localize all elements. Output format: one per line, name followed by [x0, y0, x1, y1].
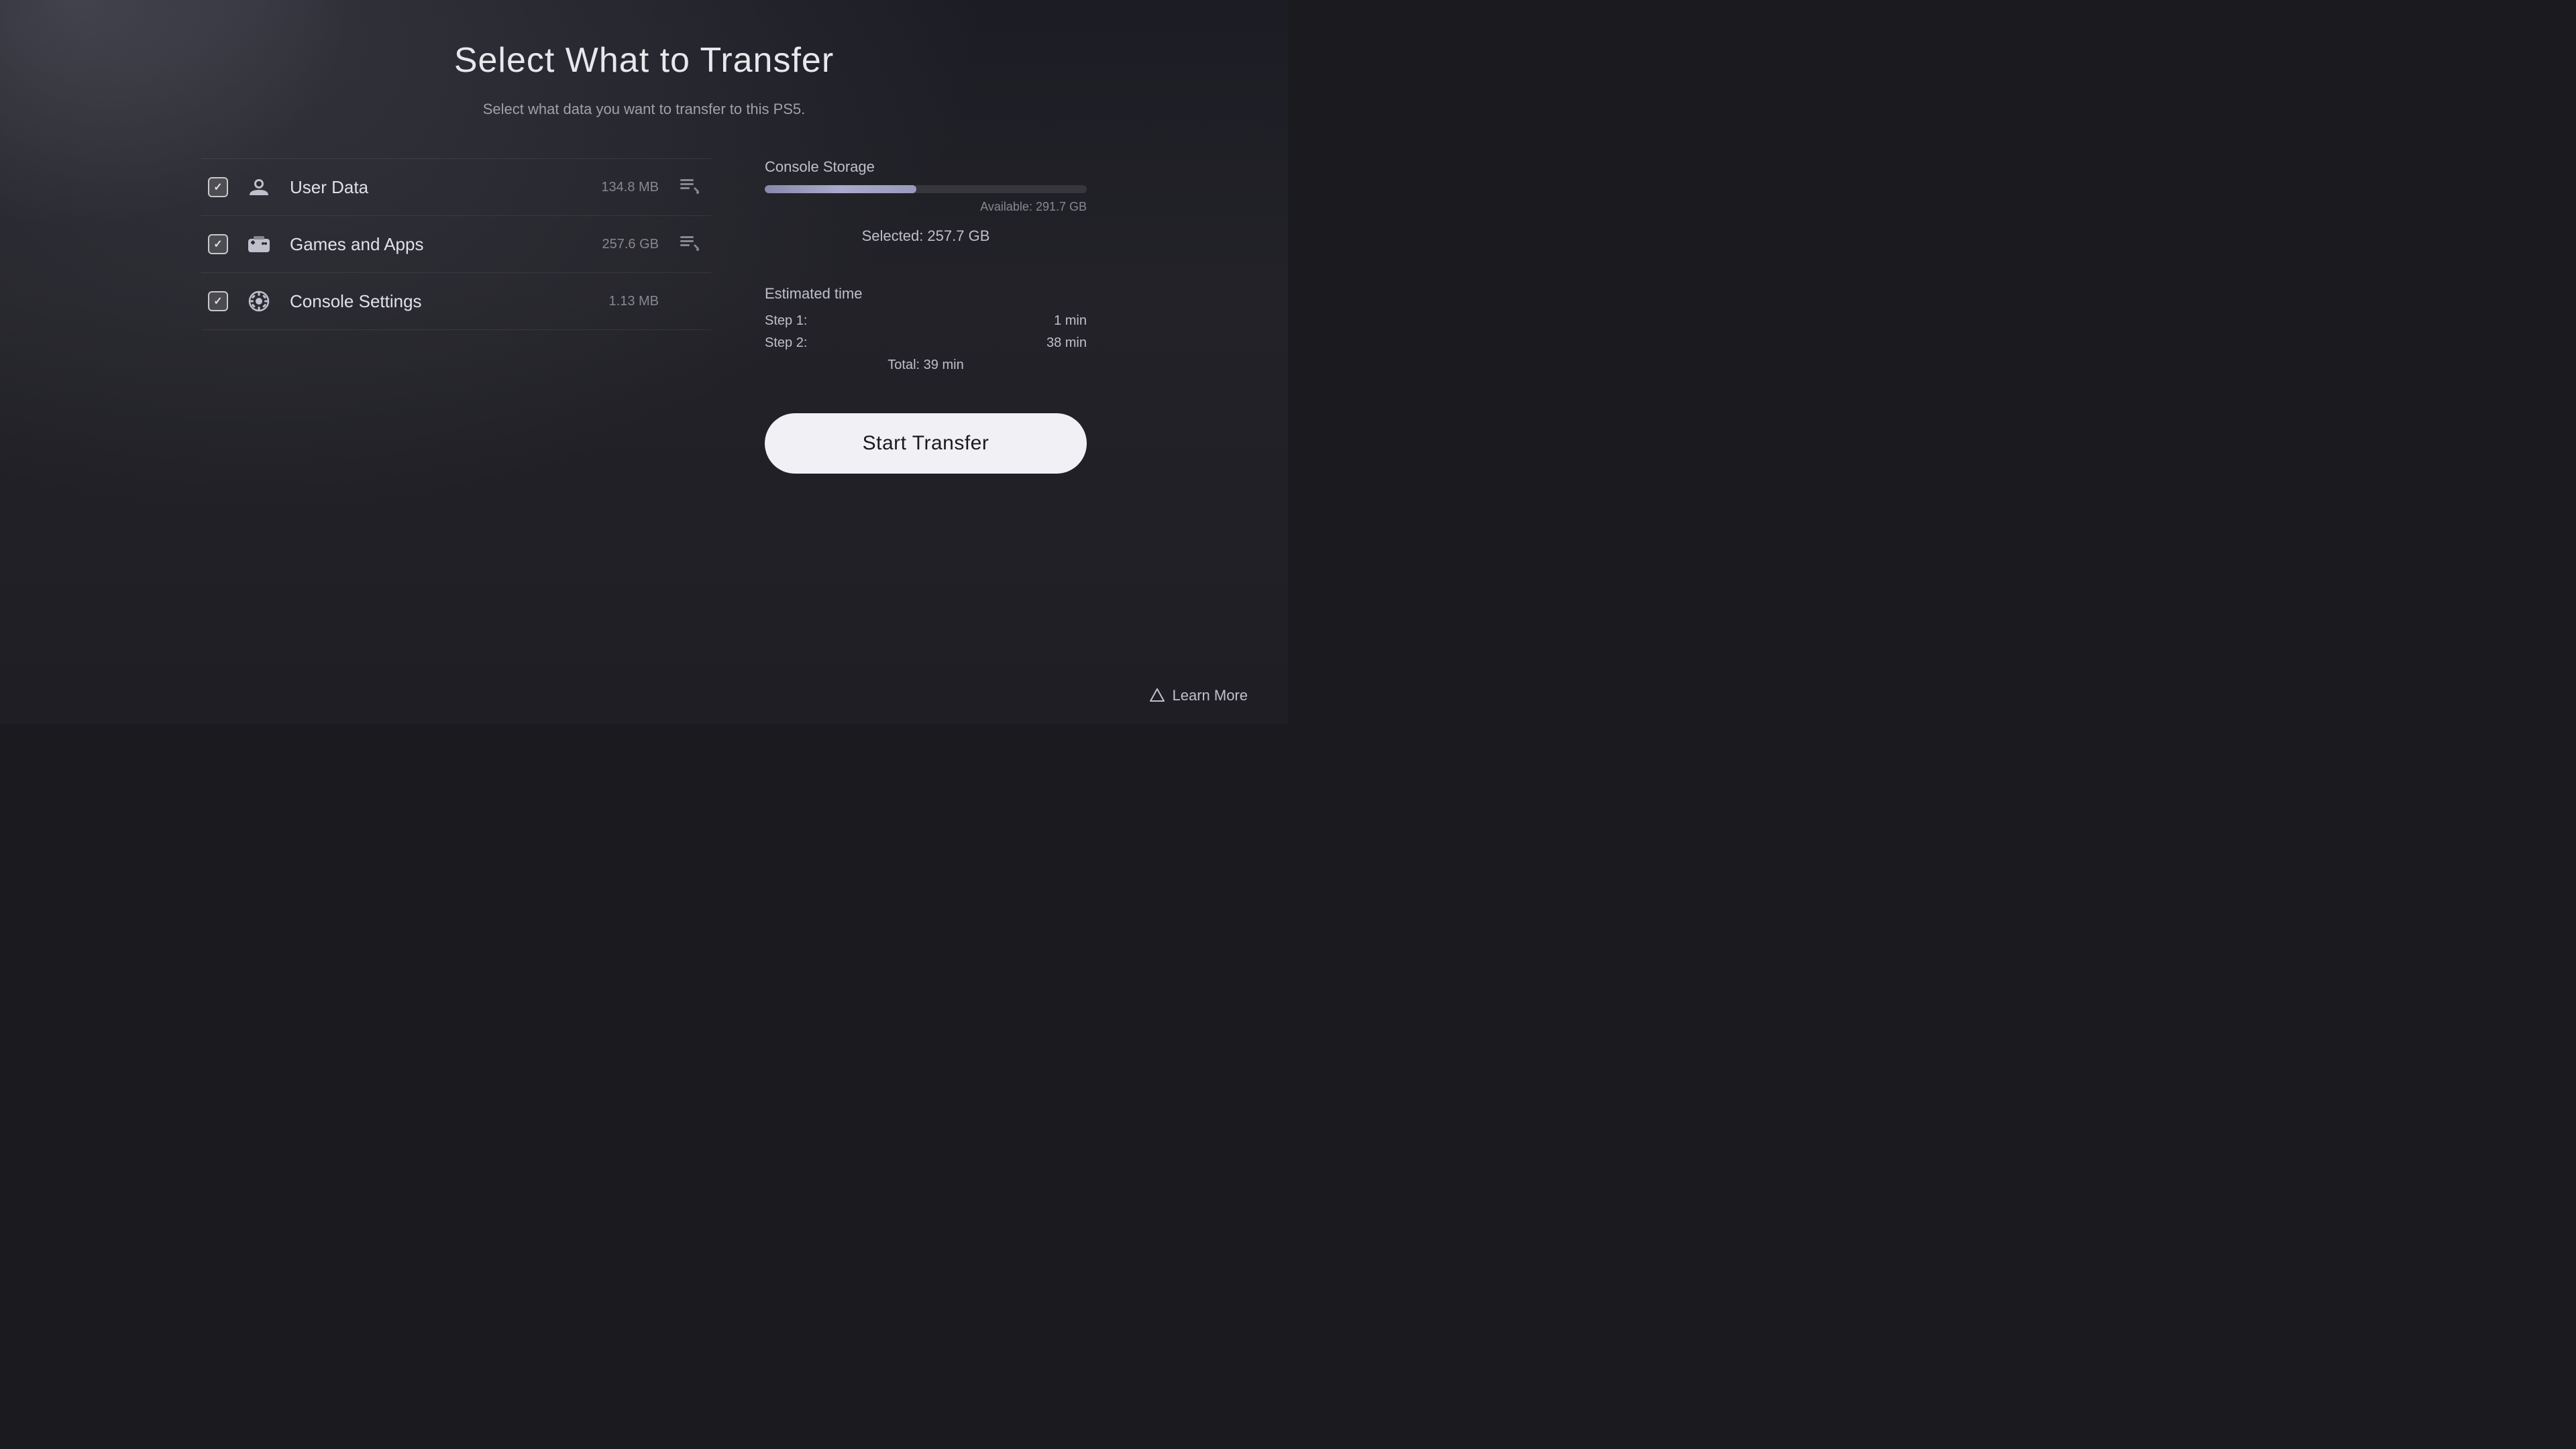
- step2-value: 38 min: [1046, 335, 1087, 351]
- checkmark-console-settings: ✓: [213, 294, 222, 308]
- user-data-label: User Data: [290, 177, 562, 198]
- checkbox-user-data[interactable]: ✓: [208, 177, 228, 197]
- storage-bar-container: [765, 185, 1087, 193]
- checkmark-user-data: ✓: [213, 180, 222, 194]
- games-apps-icon: [244, 229, 274, 259]
- games-apps-detail-icon: [675, 229, 704, 259]
- checkbox-console-settings[interactable]: ✓: [208, 291, 228, 311]
- storage-available: Available: 291.7 GB: [765, 200, 1087, 214]
- start-transfer-button[interactable]: Start Transfer: [765, 413, 1087, 474]
- games-apps-size: 257.6 GB: [578, 237, 659, 252]
- estimated-time-title: Estimated time: [765, 285, 1087, 303]
- user-data-icon: [244, 172, 274, 202]
- main-layout: ✓ User Data 134.8 MB: [174, 158, 1114, 474]
- page-subtitle: Select what data you want to transfer to…: [483, 101, 806, 118]
- console-settings-detail-placeholder: [675, 286, 704, 316]
- total-value: Total: 39 min: [888, 358, 963, 373]
- estimated-section: Estimated time Step 1: 1 min Step 2: 38 …: [765, 285, 1087, 373]
- left-panel: ✓ User Data 134.8 MB: [201, 158, 711, 474]
- transfer-item-games-apps[interactable]: ✓ Games and Apps 257.6 GB: [201, 216, 711, 273]
- checkmark-games-apps: ✓: [213, 237, 222, 251]
- storage-title: Console Storage: [765, 158, 1087, 176]
- page-title: Select What to Transfer: [454, 40, 834, 80]
- step2-label: Step 2:: [765, 335, 807, 351]
- step2-row: Step 2: 38 min: [765, 335, 1087, 351]
- checkbox-games-apps[interactable]: ✓: [208, 234, 228, 254]
- total-row: Total: 39 min: [765, 358, 1087, 373]
- console-settings-size: 1.13 MB: [578, 294, 659, 309]
- step1-label: Step 1:: [765, 313, 807, 329]
- transfer-item-console-settings[interactable]: ✓ Console Set: [201, 273, 711, 330]
- games-apps-label: Games and Apps: [290, 234, 562, 255]
- console-settings-icon: [244, 286, 274, 316]
- console-settings-label: Console Settings: [290, 291, 562, 312]
- storage-section: Console Storage Available: 291.7 GB Sele…: [765, 158, 1087, 245]
- storage-bar-used: [765, 185, 916, 193]
- main-content: Select What to Transfer Select what data…: [0, 0, 1288, 724]
- transfer-item-user-data[interactable]: ✓ User Data 134.8 MB: [201, 158, 711, 216]
- right-panel: Console Storage Available: 291.7 GB Sele…: [765, 158, 1087, 474]
- storage-selected: Selected: 257.7 GB: [765, 227, 1087, 245]
- user-data-detail-icon: [675, 172, 704, 202]
- step1-value: 1 min: [1054, 313, 1087, 329]
- step1-row: Step 1: 1 min: [765, 313, 1087, 329]
- user-data-size: 134.8 MB: [578, 180, 659, 195]
